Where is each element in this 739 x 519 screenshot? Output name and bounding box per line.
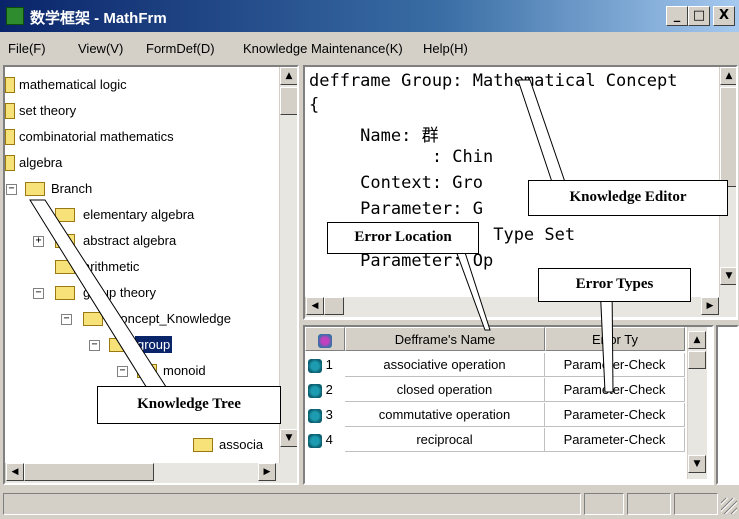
tree-callout-pointer bbox=[29, 199, 171, 394]
callout-knowledge-tree: Knowledge Tree bbox=[97, 386, 281, 424]
callout-error-types: Error Types bbox=[538, 268, 691, 302]
callout-pointers bbox=[29, 79, 614, 394]
editor-callout-pointer bbox=[517, 79, 566, 183]
callout-error-location: Error Location bbox=[327, 222, 479, 254]
callout-knowledge-editor: Knowledge Editor bbox=[528, 180, 728, 216]
